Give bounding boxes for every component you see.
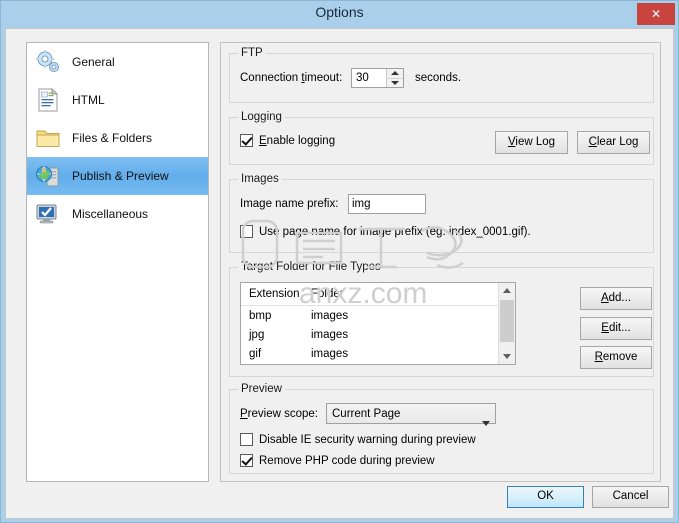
checkbox-box[interactable] bbox=[240, 134, 253, 147]
sidebar-item-html[interactable]: HTML bbox=[27, 81, 208, 119]
sidebar-item-publish-preview[interactable]: Publish & Preview bbox=[27, 157, 208, 195]
connection-timeout-label: Connection timeout: bbox=[240, 72, 343, 84]
cancel-button[interactable]: Cancel bbox=[592, 486, 669, 508]
sidebar-item-label: HTML bbox=[72, 93, 105, 107]
connection-timeout-value[interactable]: 30 bbox=[352, 69, 386, 87]
gears-icon bbox=[35, 49, 61, 75]
sidebar-item-label: Publish & Preview bbox=[72, 169, 169, 183]
cell-folder: images bbox=[311, 328, 349, 341]
column-header-extension: Extension bbox=[249, 288, 300, 300]
checkbox-box[interactable] bbox=[240, 433, 253, 446]
sidebar-item-label: General bbox=[72, 55, 115, 69]
sidebar-item-files-folders[interactable]: Files & Folders bbox=[27, 119, 208, 157]
ftp-group: FTP Connection timeout: 30 seconds. bbox=[229, 47, 654, 103]
preview-group: Preview Preview scope: Current Page Disa… bbox=[229, 383, 654, 474]
preview-scope-label: Preview scope: bbox=[240, 408, 318, 420]
checkbox-box[interactable] bbox=[240, 225, 253, 238]
publish-icon bbox=[35, 163, 61, 189]
enable-logging-checkbox[interactable]: Enable logging bbox=[240, 134, 335, 147]
seconds-label: seconds. bbox=[415, 72, 462, 84]
ok-button[interactable]: OK bbox=[507, 486, 584, 508]
table-row[interactable]: jpg images bbox=[241, 325, 515, 344]
close-icon[interactable]: ✕ bbox=[637, 3, 675, 25]
target-folder-group-title: Target Folder for File Types bbox=[238, 261, 384, 273]
disable-ie-warning-checkbox[interactable]: Disable IE security warning during previ… bbox=[240, 433, 476, 446]
checkbox-box[interactable] bbox=[240, 454, 253, 467]
scroll-down-icon[interactable] bbox=[499, 348, 515, 364]
sidebar-item-miscellaneous[interactable]: Miscellaneous bbox=[27, 195, 208, 233]
table-row[interactable]: gif images bbox=[241, 344, 515, 363]
stepper-up-icon[interactable] bbox=[387, 69, 403, 79]
stepper-down-icon[interactable] bbox=[387, 79, 403, 88]
file-types-listbox[interactable]: Extension Folder bmp images jpg images g… bbox=[240, 282, 516, 365]
cell-folder: images bbox=[311, 347, 349, 360]
preview-scope-select[interactable]: Current Page bbox=[326, 403, 496, 426]
target-folder-group: Target Folder for File Types Extension F… bbox=[229, 261, 654, 377]
connection-timeout-stepper[interactable]: 30 bbox=[351, 68, 404, 88]
cell-folder: images bbox=[311, 309, 349, 322]
scroll-up-icon[interactable] bbox=[499, 283, 515, 299]
images-group-title: Images bbox=[238, 173, 282, 185]
stepper-buttons bbox=[386, 69, 403, 87]
cell-extension: bmp bbox=[249, 309, 272, 322]
clear-log-button[interactable]: Clear Log bbox=[577, 131, 650, 154]
images-group: Images Image name prefix: Use page name … bbox=[229, 173, 654, 253]
remove-php-code-checkbox[interactable]: Remove PHP code during preview bbox=[240, 454, 435, 467]
remove-php-code-label: Remove PHP code during preview bbox=[259, 454, 435, 467]
scrollbar-thumb[interactable] bbox=[500, 300, 514, 342]
add-button[interactable]: Add... bbox=[580, 287, 652, 310]
sidebar-item-general[interactable]: General bbox=[27, 43, 208, 81]
cell-extension: gif bbox=[249, 347, 262, 360]
use-page-name-checkbox[interactable]: Use page name for image prefix (eg. inde… bbox=[240, 225, 531, 238]
sidebar-item-label: Files & Folders bbox=[72, 131, 153, 145]
listbox-scrollbar[interactable] bbox=[498, 283, 515, 364]
remove-button[interactable]: Remove bbox=[580, 346, 652, 369]
ftp-group-title: FTP bbox=[238, 47, 266, 59]
settings-panel: FTP Connection timeout: 30 seconds. Logg… bbox=[220, 42, 661, 482]
listbox-header: Extension Folder bbox=[241, 283, 515, 306]
preview-group-title: Preview bbox=[238, 383, 285, 395]
preview-scope-value: Current Page bbox=[332, 407, 401, 420]
view-log-button[interactable]: View Log bbox=[495, 131, 568, 154]
enable-logging-label: Enable logging bbox=[259, 134, 336, 147]
use-page-name-label: Use page name for image prefix (eg. inde… bbox=[259, 225, 531, 238]
document-icon bbox=[35, 87, 61, 113]
monitor-icon bbox=[35, 201, 61, 227]
image-name-prefix-input[interactable] bbox=[348, 194, 426, 214]
options-dialog-window: Options ✕ General HTML Files & Folders P… bbox=[0, 0, 679, 523]
disable-ie-warning-label: Disable IE security warning during previ… bbox=[259, 433, 476, 446]
logging-group: Logging Enable logging View Log Clear Lo… bbox=[229, 111, 654, 165]
column-header-folder: Folder bbox=[311, 288, 344, 300]
sidebar-item-label: Miscellaneous bbox=[72, 207, 149, 221]
title-bar: Options ✕ bbox=[1, 1, 678, 27]
folder-icon bbox=[35, 125, 61, 151]
category-sidebar: General HTML Files & Folders Publish & P… bbox=[26, 42, 209, 482]
dialog-client-area: General HTML Files & Folders Publish & P… bbox=[5, 28, 674, 519]
table-row[interactable]: bmp images bbox=[241, 306, 515, 325]
edit-button[interactable]: Edit... bbox=[580, 317, 652, 340]
cell-extension: jpg bbox=[249, 328, 265, 341]
image-name-prefix-label: Image name prefix: bbox=[240, 198, 339, 210]
window-title: Options bbox=[315, 4, 364, 20]
logging-group-title: Logging bbox=[238, 111, 285, 123]
